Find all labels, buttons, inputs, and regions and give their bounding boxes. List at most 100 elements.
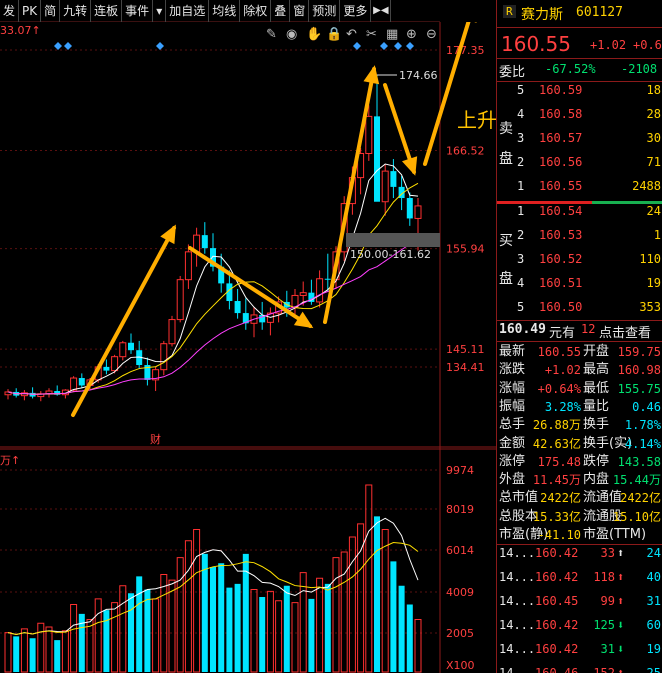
grid-icon[interactable]: ▦ [386,27,398,42]
weibi-pct: -67.52% [545,62,596,76]
undo-icon[interactable]: ↶ [346,27,357,42]
toolbar-item-0[interactable]: 发 [0,0,20,22]
stat-value: 0.46 [632,399,661,414]
volume-bar [136,576,143,672]
quote-panel: R 赛力斯 601127 160.55 +1.02 +0.6 委比 -67.52% -2108 5… [496,0,662,673]
volume-bar [226,587,233,672]
candle-body [119,342,127,358]
toolbar-item-11[interactable]: 窗 [290,0,310,22]
volume-tick-label: 9974 [446,464,474,477]
candle-body [406,198,413,219]
candle-body [316,278,324,303]
volume-multiplier-label: X100 [446,659,475,672]
candle-body [168,319,176,345]
buy-volume: 24 [646,204,661,218]
price-tick-label: 155.94 [446,243,485,256]
weibi-label: 委比 [499,65,526,80]
toolbar-item-8[interactable]: 均线 [209,0,241,22]
candle-body [201,235,208,249]
kline-chart[interactable]: 177.35 166.52 155.94 145.11 134.41 9974 8019 60… [0,22,496,673]
toolbar-item-6[interactable]: ▾ [153,0,167,22]
stat-label: 涨跌 [499,362,526,378]
stock-name: 赛力斯 [521,7,563,23]
eye-icon[interactable]: ◉ [286,27,297,42]
candle-body [234,301,241,314]
stat-value: 2422亿 [620,491,661,506]
quote-line-unit: 元有 [549,326,576,341]
nav-toggle-icon[interactable]: ▶◀ [371,0,392,22]
candle-body [299,292,307,296]
last-price: 160.55 [501,32,571,56]
divider [497,341,662,342]
tick-count: 19 [646,642,661,656]
minus-circle-icon[interactable]: ⊖ [426,27,437,42]
volume-bar [324,583,331,672]
stat-value: 160.98 [617,363,661,378]
buy-volume: 110 [639,252,661,266]
quote-line-link[interactable]: 点击查看 [599,322,651,341]
plus-circle-icon[interactable]: ⊕ [406,27,417,42]
quote-line-price: 160.49 [499,322,546,337]
scissors-icon[interactable]: ✂ [366,27,377,42]
stat-value: 155.75 [617,381,661,396]
quote-line-count: 12 [581,322,596,336]
stat-value: +0.64% [537,381,581,396]
volume-tick-label: 2005 [446,627,474,640]
sell-label-1: 卖 [499,121,513,137]
chart-top-label: 33.07↑ [0,24,41,37]
lock-icon[interactable]: 🔒 [326,27,342,42]
sell-volume: 2488 [632,179,661,193]
stat-label: 总手 [499,417,526,433]
stat-label: 金额 [499,435,526,451]
candle-body [381,170,389,203]
sell-volume: 71 [646,155,661,169]
stat-label: 最新 [499,344,526,359]
toolbar-item-2[interactable]: 简 [41,0,61,22]
toolbar-item-13[interactable]: 更多 [340,0,372,22]
hand-icon[interactable]: ✋ [306,26,322,42]
stat-label: 涨停 [499,453,526,469]
event-marker-label: 财 [150,432,161,446]
toolbar-item-1[interactable]: PK [19,0,42,22]
volume-bar [234,583,241,672]
sell-volume: 30 [646,131,661,145]
stat-value: 2422亿 [540,491,581,506]
toolbar-item-9[interactable]: 除权 [240,0,272,22]
divider [497,27,662,28]
candle-body [414,205,422,219]
volume-bar [54,640,61,672]
price-change-pct: +0.6 [633,38,662,52]
stock-badge: R [503,5,516,18]
toolbar-item-5[interactable]: 事件 [122,0,154,22]
stat-value: 4.14% [624,436,661,451]
candle-body [374,116,380,202]
divider [497,81,662,82]
toolbar-item-12[interactable]: 预测 [309,0,341,22]
volume-bar [283,585,290,672]
volume-unit-label: 万↑ [0,454,20,467]
weibi-diff: -2108 [621,62,658,76]
stat-value: 42.63亿 [532,436,581,451]
tick-count: 31 [646,594,661,608]
toolbar-item-4[interactable]: 连板 [91,0,123,22]
buy-volume: 1 [653,228,661,242]
sell-volume: 18 [646,83,661,97]
toolbar-item-7[interactable]: 加自选 [166,0,210,22]
pen-icon[interactable]: ✎ [266,27,277,42]
tick-count: 60 [646,618,661,632]
stat-value: 159.75 [617,345,661,359]
price-tick-label: 145.11 [446,343,485,356]
volume-bar [259,597,266,672]
buy-volume: 19 [646,276,661,290]
volume-bar [13,636,20,672]
stat-label: 市盈(TTM) [583,527,647,542]
stat-value: -41.10 [537,528,581,542]
candle-body [365,115,373,154]
price-change: +1.02 [590,38,627,52]
tick-count: 24 [646,546,661,560]
buy-label-2: 盘 [499,271,513,287]
kline-svg[interactable]: 177.35 166.52 155.94 145.11 134.41 9974 8019 60… [0,22,496,673]
toolbar-item-3[interactable]: 九转 [60,0,92,22]
toolbar-item-10[interactable]: 叠 [271,0,291,22]
stat-value: 15.33亿 [532,509,581,524]
